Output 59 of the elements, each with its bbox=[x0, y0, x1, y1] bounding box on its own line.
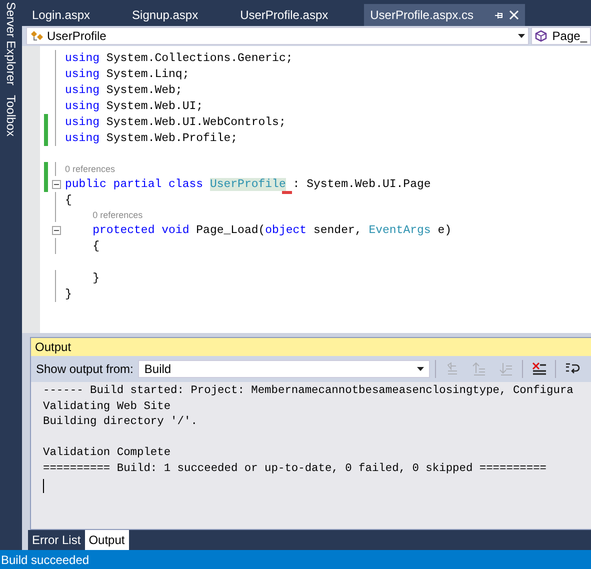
panel-tab[interactable]: Error List bbox=[28, 530, 85, 550]
output-line: Building directory '/'. bbox=[43, 415, 198, 430]
status-text: Build succeeded bbox=[0, 552, 90, 566]
document-tab[interactable]: Signup.aspx bbox=[126, 4, 234, 26]
code-text: System.Linq; bbox=[105, 68, 190, 80]
code-text: { bbox=[92, 240, 100, 252]
output-line: Validation Complete bbox=[43, 446, 172, 462]
code-text: System.Web.UI; bbox=[105, 100, 204, 112]
code-text: : System.Web.UI.Page bbox=[292, 178, 431, 190]
code-text: e) bbox=[436, 224, 452, 236]
sidebar-tab[interactable]: Toolbox bbox=[4, 95, 18, 137]
code-text: Page_Load( bbox=[195, 224, 266, 236]
document-tab[interactable]: UserProfile.aspx bbox=[234, 4, 364, 26]
code-text: protected void bbox=[92, 224, 190, 236]
output-source-dropdown[interactable]: Build bbox=[138, 360, 430, 378]
clear-all-icon bbox=[532, 362, 547, 376]
code-text: using bbox=[65, 52, 100, 64]
output-line: ========== Build: 1 succeeded or up-to-date, 0 failed, 0 skipped ========== bbox=[43, 462, 548, 477]
code-text: using bbox=[65, 132, 100, 144]
class-icon bbox=[30, 30, 44, 42]
document-tab[interactable]: UserProfile.aspx.cs bbox=[364, 4, 524, 26]
document-tab[interactable]: Login.aspx bbox=[26, 4, 126, 26]
panel-tab[interactable]: Output bbox=[84, 530, 129, 550]
text-cursor bbox=[43, 478, 44, 493]
pin-icon[interactable] bbox=[494, 10, 502, 20]
error-squiggle bbox=[282, 190, 292, 194]
caret-icon bbox=[518, 34, 526, 38]
go-to-location-icon bbox=[444, 362, 460, 376]
code-text: System.Web.UI.WebControls; bbox=[105, 116, 286, 128]
reference-count[interactable]: 0 references bbox=[65, 164, 116, 174]
code-text: } bbox=[92, 272, 100, 284]
method-icon bbox=[535, 30, 550, 42]
member-dropdown[interactable]: Page_ bbox=[531, 27, 591, 45]
class-dropdown[interactable]: UserProfile bbox=[26, 27, 530, 45]
source-label: Show output from: bbox=[36, 362, 134, 376]
caret-icon bbox=[417, 367, 424, 371]
output-line: Validating Web Site bbox=[43, 400, 172, 415]
code-text: sender, bbox=[312, 224, 363, 236]
collapse-icon[interactable] bbox=[52, 226, 60, 234]
code-text: { bbox=[65, 194, 72, 206]
code-text: System.Collections.Generic; bbox=[105, 52, 293, 64]
code-text: using bbox=[65, 68, 100, 80]
code-text: public partial class bbox=[65, 178, 204, 190]
close-icon[interactable] bbox=[508, 10, 518, 20]
code-text: using bbox=[65, 100, 100, 112]
code-text: EventArgs bbox=[368, 224, 431, 236]
output-line: ------ Build started: Project: Membernamecannotbesameasenclosingtype, Configura bbox=[43, 384, 574, 399]
panel-title: Output bbox=[31, 338, 591, 356]
code-text: System.Web; bbox=[105, 84, 182, 96]
code-text: System.Web.Profile; bbox=[105, 132, 238, 144]
sidebar-tab[interactable]: Server Explorer bbox=[4, 2, 18, 86]
code-text: using bbox=[65, 116, 100, 128]
code-text: } bbox=[65, 288, 72, 300]
collapse-icon[interactable] bbox=[52, 180, 60, 188]
code-text: using bbox=[65, 84, 100, 96]
reference-count[interactable]: 0 references bbox=[92, 210, 143, 220]
next-message-icon bbox=[498, 362, 514, 376]
previous-message-icon bbox=[472, 362, 487, 376]
code-text: object bbox=[265, 224, 307, 236]
